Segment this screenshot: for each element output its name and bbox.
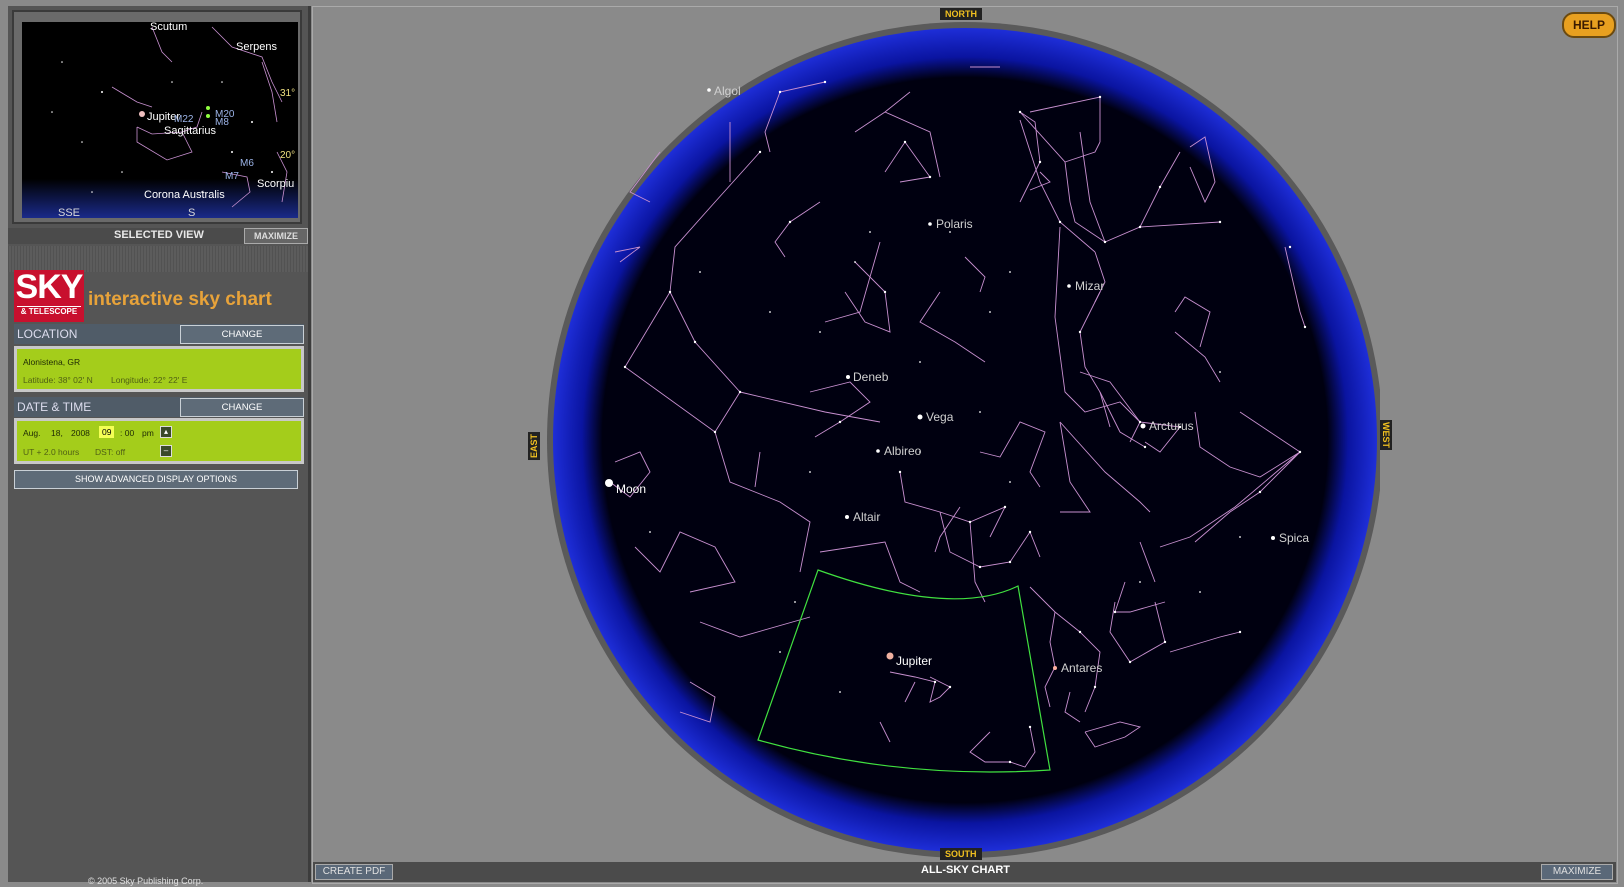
mini-jupiter-dot [139, 111, 145, 117]
polaris-marker[interactable] [928, 222, 932, 226]
location-change-button[interactable]: CHANGE [180, 325, 304, 344]
help-button[interactable]: HELP [1562, 12, 1616, 38]
mini-label-m22: M22 [174, 114, 194, 125]
mini-label-scorpius: Scorpiu [257, 178, 294, 190]
label-antares: Antares [1061, 661, 1102, 675]
spica-marker[interactable] [1271, 536, 1275, 540]
albireo-marker[interactable] [876, 449, 880, 453]
mini-m8-dot [206, 114, 210, 118]
sky-telescope-logo: SKY & TELESCOPE [14, 270, 84, 322]
datetime-panel: Aug. 18, 2008 09 : 00 pm ▴ UT + 2.0 hour… [14, 418, 304, 464]
north-label: NORTH [940, 8, 982, 20]
mini-label-m8: M8 [215, 117, 229, 128]
mini-label-serpens: Serpens [236, 41, 277, 53]
time-ampm[interactable]: pm [142, 428, 154, 438]
time-hour-input[interactable]: 09 [99, 426, 115, 438]
datetime-header-label: DATE & TIME [17, 400, 92, 414]
label-spica: Spica [1279, 531, 1309, 545]
sidebar: Scutum Serpens Jupiter M22 M20 M8 Sagitt… [8, 6, 311, 886]
date-day[interactable]: 18, [51, 428, 63, 438]
mini-label-m7: M7 [225, 171, 239, 182]
location-latitude: Latitude: 38° 02' N [23, 375, 93, 385]
time-minute[interactable]: : 00 [120, 428, 134, 438]
app-title: interactive sky chart [88, 289, 272, 310]
mini-label-sagittarius: Sagittarius [164, 125, 216, 137]
selected-view-frame: Scutum Serpens Jupiter M22 M20 M8 Sagitt… [12, 10, 302, 224]
date-month[interactable]: Aug. [23, 428, 41, 438]
ut-offset: UT + 2.0 hours [23, 447, 80, 457]
mini-label-corona: Corona Australis [144, 189, 225, 201]
selected-view-map[interactable]: Scutum Serpens Jupiter M22 M20 M8 Sagitt… [22, 22, 298, 218]
label-mizar: Mizar [1075, 279, 1104, 293]
label-vega: Vega [926, 410, 954, 424]
altair-marker[interactable] [845, 515, 849, 519]
dst-toggle-icon[interactable]: – [160, 445, 172, 457]
label-arcturus: Arcturus [1149, 419, 1194, 433]
location-longitude: Longitude: 22° 22' E [111, 375, 188, 385]
label-jupiter: Jupiter [896, 654, 932, 668]
location-place: Alonistena, GR [23, 357, 81, 367]
copyright: © 2005 Sky Publishing Corp. [88, 876, 204, 886]
date-year[interactable]: 2008 [71, 428, 90, 438]
create-pdf-button[interactable]: CREATE PDF [315, 864, 393, 880]
logo-main-text: SKY [15, 268, 84, 306]
antares-marker[interactable] [1053, 666, 1057, 670]
jupiter-marker[interactable] [886, 652, 894, 660]
vega-marker[interactable] [917, 414, 923, 420]
selected-view-maximize-button[interactable]: MAXIMIZE [244, 228, 308, 244]
all-sky-chart-label: ALL-SKY CHART [921, 864, 1011, 876]
deneb-marker[interactable] [846, 375, 850, 379]
time-step-icon[interactable]: ▴ [160, 426, 172, 438]
label-algol: Algol [714, 84, 741, 98]
mini-dir-s: S [188, 207, 195, 218]
datetime-change-button[interactable]: CHANGE [180, 398, 304, 417]
mini-m20-dot [206, 106, 210, 110]
west-label: WEST [1380, 420, 1392, 450]
logo-sub-text: & TELESCOPE [17, 306, 81, 317]
label-polaris: Polaris [936, 217, 973, 231]
selected-view-bar: SELECTED VIEW MAXIMIZE [8, 228, 308, 244]
label-deneb: Deneb [853, 370, 889, 384]
bottom-bar: CREATE PDF ALL-SKY CHART MAXIMIZE [313, 862, 1616, 882]
all-sky-chart[interactable]: Algol Polaris Mizar Deneb Vega Arcturus … [540, 10, 1380, 870]
chart-maximize-button[interactable]: MAXIMIZE [1541, 864, 1613, 880]
dst-status: DST: off [95, 447, 126, 457]
selected-view-label: SELECTED VIEW [114, 229, 204, 241]
label-altair: Altair [853, 510, 880, 524]
mini-alt-31: 31° [280, 88, 295, 99]
algol-marker[interactable] [707, 88, 711, 92]
label-albireo: Albireo [884, 444, 922, 458]
location-header: LOCATION CHANGE [14, 324, 304, 344]
label-moon: Moon [616, 482, 646, 496]
datetime-header: DATE & TIME CHANGE [14, 397, 304, 417]
moon-marker[interactable] [605, 479, 613, 487]
mini-label-m6: M6 [240, 158, 254, 169]
mini-dir-sse: SSE [58, 207, 80, 218]
arcturus-marker[interactable] [1140, 423, 1146, 429]
mizar-marker[interactable] [1067, 284, 1071, 288]
east-label: EAST [528, 432, 540, 461]
mini-alt-20: 20° [280, 150, 295, 161]
location-panel: Alonistena, GR Latitude: 38° 02' N Longi… [14, 346, 304, 392]
mini-label-scutum: Scutum [150, 22, 187, 33]
south-label: SOUTH [940, 848, 982, 860]
location-header-label: LOCATION [17, 327, 78, 341]
selected-view-svg: Scutum Serpens Jupiter M22 M20 M8 Sagitt… [22, 22, 298, 218]
advanced-options-button[interactable]: SHOW ADVANCED DISPLAY OPTIONS [14, 470, 298, 489]
chart-horizon [553, 28, 1377, 852]
